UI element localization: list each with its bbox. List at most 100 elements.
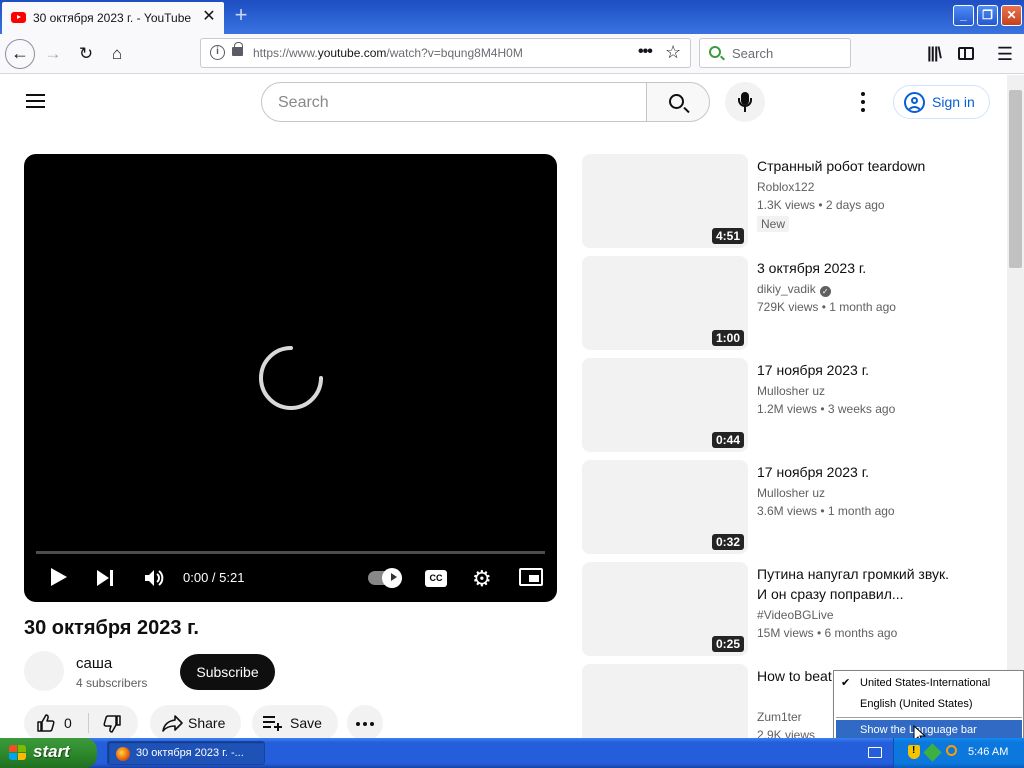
network-icon[interactable]: [923, 743, 942, 762]
save-playlist-icon: [263, 716, 282, 731]
language-menu: ✔ United States-International English (U…: [833, 670, 1024, 742]
recommendation-item[interactable]: 0:25 Путина напугал громкий звук. И он с…: [580, 562, 1000, 658]
recommendation-channel[interactable]: #VideoBGLive: [757, 608, 834, 622]
new-tab-button[interactable]: +: [230, 4, 252, 27]
video-player[interactable]: 0:00 / 5:21 CC ⚙: [24, 154, 557, 602]
autoplay-toggle[interactable]: [368, 568, 402, 588]
recommendation-item[interactable]: 4:51 Странный робот teardown Roblox122 1…: [580, 154, 1000, 250]
video-thumbnail[interactable]: 0:32: [582, 460, 748, 554]
recommendation-item[interactable]: 0:32 17 ноября 2023 г. Mullosher uz 3.6M…: [580, 460, 1000, 556]
progress-bar[interactable]: [36, 551, 545, 554]
video-thumbnail[interactable]: 0:44: [582, 358, 748, 452]
subscriber-count: 4 subscribers: [76, 676, 148, 690]
gear-icon[interactable]: ⚙: [472, 566, 492, 592]
window-minimize-button[interactable]: _: [953, 5, 974, 26]
forward-button[interactable]: →: [38, 39, 68, 69]
miniplayer-icon[interactable]: [519, 568, 543, 586]
language-option-us-international[interactable]: ✔ United States-International: [836, 673, 1022, 694]
new-badge: New: [757, 216, 790, 232]
language-option-label: United States-International: [860, 677, 991, 689]
channel-avatar[interactable]: [24, 651, 64, 691]
recommendation-title[interactable]: 17 ноября 2023 г.: [757, 360, 987, 380]
volume-icon[interactable]: [143, 567, 165, 589]
recommendation-meta: 15M views • 6 months ago: [757, 626, 898, 640]
dislike-icon[interactable]: [102, 714, 122, 734]
subtitles-icon[interactable]: CC: [425, 570, 447, 587]
scrollbar-thumb[interactable]: [1009, 90, 1022, 268]
youtube-search-placeholder: Search: [278, 94, 329, 111]
tray-search-icon[interactable]: [946, 745, 957, 756]
bookmark-star-icon[interactable]: ☆: [665, 42, 681, 63]
youtube-search-input[interactable]: Search: [261, 82, 647, 122]
recommendation-meta: 3.6M views • 1 month ago: [757, 504, 895, 518]
share-label: Share: [188, 715, 226, 731]
language-option-label: English (United States): [860, 698, 973, 710]
page-actions-icon[interactable]: •••: [638, 43, 653, 61]
recommendation-title[interactable]: 3 октября 2023 г.: [757, 258, 987, 278]
youtube-search-button[interactable]: [646, 82, 710, 122]
start-button[interactable]: start: [0, 738, 97, 768]
sidebar-icon[interactable]: [951, 39, 981, 69]
recommendation-meta: 1.2M views • 3 weeks ago: [757, 402, 896, 416]
clock: 5:46 AM: [968, 746, 1009, 758]
play-icon[interactable]: [51, 568, 67, 586]
video-duration: 0:25: [711, 636, 744, 652]
recommendation-item[interactable]: 1:00 3 октября 2023 г. dikiy_vadik ✓ 729K…: [580, 256, 1000, 352]
taskbar: start 30 октября 2023 г. -... 5:46 AM: [0, 738, 1024, 768]
share-button[interactable]: Share: [150, 705, 241, 741]
save-button[interactable]: Save: [252, 705, 338, 741]
channel-name[interactable]: саша: [76, 655, 112, 672]
loading-spinner-icon: [259, 346, 323, 410]
recommendation-title[interactable]: Путина напугал громкий звук. И он сразу …: [757, 564, 957, 604]
language-option-english-us[interactable]: English (United States): [836, 694, 1022, 715]
voice-search-button[interactable]: [725, 82, 765, 122]
video-thumbnail[interactable]: [582, 664, 748, 738]
recommendation-channel[interactable]: Mullosher uz: [757, 486, 825, 500]
security-shield-icon[interactable]: [908, 745, 920, 759]
verified-check-icon: ✓: [819, 286, 831, 297]
url-prefix: https://www.: [253, 46, 318, 60]
library-icon[interactable]: |||\: [919, 39, 949, 69]
recommendation-channel[interactable]: Roblox122: [757, 180, 814, 194]
more-actions-button[interactable]: [347, 705, 383, 741]
site-info-icon[interactable]: i: [210, 45, 225, 60]
next-video-icon[interactable]: [97, 570, 115, 586]
recommendation-meta: 1.3K views • 2 days ago: [757, 198, 885, 212]
video-thumbnail[interactable]: 1:00: [582, 256, 748, 350]
sign-in-button[interactable]: Sign in: [893, 85, 990, 119]
video-thumbnail[interactable]: 4:51: [582, 154, 748, 248]
guide-menu-icon[interactable]: [26, 92, 46, 110]
window-restore-button[interactable]: ❐: [977, 5, 998, 26]
home-button[interactable]: ⌂: [102, 39, 132, 69]
recommendation-title[interactable]: 17 ноября 2023 г.: [757, 462, 987, 482]
browser-tab-bar: 30 октября 2023 г. - YouTube ✕ + _ ❐ ✕: [0, 0, 1024, 34]
recommendation-channel[interactable]: dikiy_vadik ✓: [757, 282, 831, 297]
browser-tab[interactable]: 30 октября 2023 г. - YouTube ✕: [2, 2, 224, 34]
browser-search-placeholder: Search: [732, 46, 774, 61]
like-icon[interactable]: [36, 713, 56, 733]
reload-button[interactable]: ↻: [71, 39, 101, 69]
browser-nav-bar: ← → ↻ ⌂ i https://www.youtube.com/watch?…: [0, 34, 1024, 74]
video-duration: 1:00: [711, 330, 744, 346]
window-close-button[interactable]: ✕: [1001, 5, 1022, 26]
subscribe-button[interactable]: Subscribe: [180, 654, 275, 690]
url-bar[interactable]: i https://www.youtube.com/watch?v=bqung8…: [200, 38, 691, 68]
time-display: 0:00 / 5:21: [183, 570, 245, 585]
recommendation-channel[interactable]: Mullosher uz: [757, 384, 825, 398]
firefox-icon: [116, 747, 130, 761]
recommendation-meta: 2.9K views: [757, 728, 816, 738]
sign-in-label: Sign in: [932, 94, 975, 110]
back-button[interactable]: ←: [5, 39, 35, 69]
recommendation-title[interactable]: Странный робот teardown: [757, 156, 987, 176]
checkmark-icon: ✔: [841, 677, 851, 689]
browser-search-field[interactable]: Search: [699, 38, 851, 68]
settings-more-icon[interactable]: [853, 90, 873, 114]
windows-logo-icon: [9, 745, 27, 761]
keyboard-icon[interactable]: [868, 747, 882, 758]
taskbar-item-firefox[interactable]: 30 октября 2023 г. -...: [107, 741, 265, 765]
hamburger-menu-icon[interactable]: ☰: [990, 39, 1020, 69]
tab-close-icon[interactable]: ✕: [200, 8, 218, 26]
recommendation-item[interactable]: 0:44 17 ноября 2023 г. Mullosher uz 1.2M…: [580, 358, 1000, 454]
video-thumbnail[interactable]: 0:25: [582, 562, 748, 656]
recommendation-channel[interactable]: Zum1ter: [757, 710, 802, 724]
